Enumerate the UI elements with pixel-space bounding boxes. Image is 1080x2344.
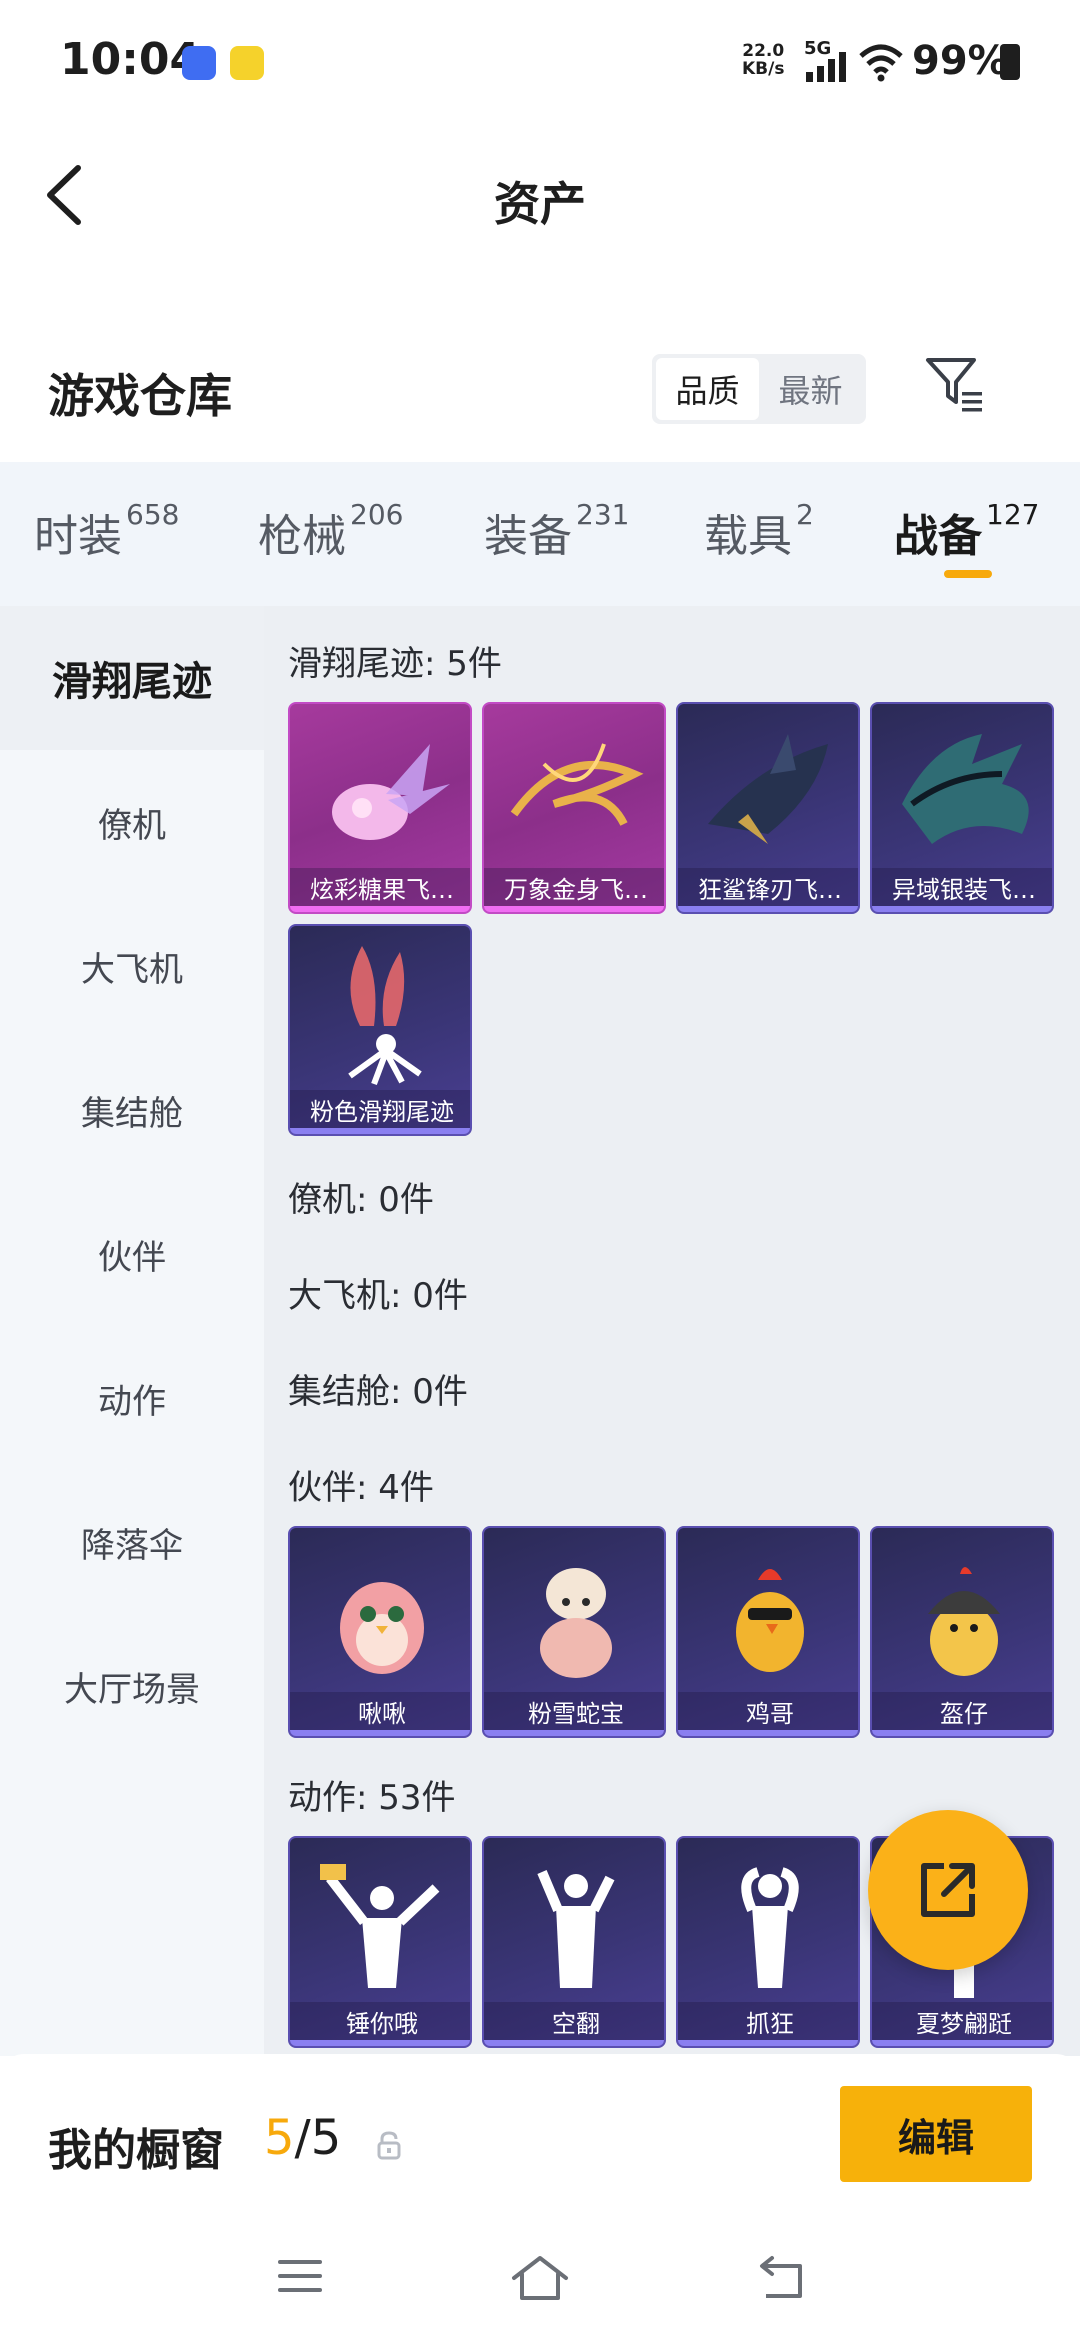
battery-icon bbox=[1000, 44, 1020, 80]
active-tab-indicator bbox=[944, 570, 992, 578]
item-card[interactable]: 粉色滑翔尾迹 bbox=[288, 924, 472, 1136]
group-title-big-plane: 大飞机: 0件 bbox=[288, 1276, 468, 1316]
net-speed-value: 22.0 bbox=[742, 41, 785, 61]
golden-trail-icon bbox=[510, 743, 644, 826]
item-name: 抓狂 bbox=[678, 2002, 858, 2040]
item-name: 夏梦翩跹 bbox=[872, 2002, 1052, 2040]
tab-count: 231 bbox=[576, 498, 630, 531]
item-name: 盔仔 bbox=[872, 1692, 1052, 1730]
side-item-action[interactable]: 动作 bbox=[0, 1326, 264, 1470]
lock-icon bbox=[377, 2131, 401, 2160]
tab-label: 战备 bbox=[894, 511, 982, 562]
signal-icon bbox=[806, 52, 846, 82]
tab-vehicles[interactable]: 载具 2 bbox=[704, 498, 814, 564]
item-name: 粉色滑翔尾迹 bbox=[290, 1090, 470, 1128]
category-tabs: 时装 658 枪械 206 装备 231 载具 2 战备 127 bbox=[0, 462, 1080, 606]
return-icon[interactable] bbox=[754, 2254, 808, 2302]
showcase-total: /5 bbox=[294, 2110, 342, 2166]
item-name: 啾啾 bbox=[290, 1692, 470, 1730]
showcase-label: 我的橱窗 bbox=[48, 2125, 224, 2176]
tab-fashion[interactable]: 时装 658 bbox=[34, 498, 180, 564]
tab-count: 658 bbox=[126, 498, 180, 531]
item-card[interactable]: 盔仔 bbox=[870, 1526, 1054, 1738]
tab-equipment[interactable]: 装备 231 bbox=[484, 498, 630, 564]
item-card[interactable]: 万象金身飞… bbox=[482, 702, 666, 914]
item-card[interactable]: 炫彩糖果飞… bbox=[288, 702, 472, 914]
showcase-count: 5/5 bbox=[264, 2110, 341, 2166]
edit-button[interactable]: 编辑 bbox=[840, 2086, 1032, 2182]
status-bar: 10:04 22.0 KB/s 5G 99% bbox=[0, 0, 1080, 120]
group-title-trail: 滑翔尾迹: 5件 bbox=[288, 644, 502, 684]
side-item-partner[interactable]: 伙伴 bbox=[0, 1182, 264, 1326]
item-name: 鸡哥 bbox=[678, 1692, 858, 1730]
snake-partner-icon bbox=[540, 1568, 612, 1678]
item-name: 狂鲨锋刃飞… bbox=[678, 868, 858, 906]
net-speed: 22.0 KB/s bbox=[742, 42, 784, 78]
shark-trail-icon bbox=[708, 734, 828, 844]
item-name: 炫彩糖果飞… bbox=[290, 868, 470, 906]
item-card[interactable]: 锤你哦 bbox=[288, 1836, 472, 2048]
frenzy-emote-icon bbox=[741, 1867, 799, 1988]
side-item-parachute[interactable]: 降落伞 bbox=[0, 1470, 264, 1614]
candy-trail-icon bbox=[332, 744, 450, 840]
sort-quality[interactable]: 品质 bbox=[656, 358, 759, 420]
filter-icon[interactable] bbox=[924, 356, 986, 414]
tab-label: 载具 bbox=[704, 511, 792, 562]
rooster-partner-icon bbox=[736, 1569, 804, 1672]
item-card[interactable]: 狂鲨锋刃飞… bbox=[676, 702, 860, 914]
net-speed-unit: KB/s bbox=[742, 59, 785, 79]
tab-guns[interactable]: 枪械 206 bbox=[258, 498, 404, 564]
tab-label: 时装 bbox=[34, 511, 122, 562]
warehouse-title: 游戏仓库 bbox=[48, 369, 232, 423]
status-time: 10:04 bbox=[60, 34, 201, 85]
tab-label: 装备 bbox=[484, 511, 572, 562]
group-title-wingman: 僚机: 0件 bbox=[288, 1180, 434, 1220]
item-name: 万象金身飞… bbox=[484, 868, 664, 906]
sort-newest[interactable]: 最新 bbox=[759, 358, 862, 420]
system-nav-bar bbox=[0, 2214, 1080, 2344]
item-card[interactable]: 抓狂 bbox=[676, 1836, 860, 2048]
item-name: 异域银装飞… bbox=[872, 868, 1052, 906]
tab-count: 2 bbox=[796, 498, 814, 531]
pink-smoke-trail-icon bbox=[348, 946, 422, 1086]
side-nav: 滑翔尾迹 僚机 大飞机 集结舱 伙伴 动作 降落伞 大厅场景 bbox=[0, 606, 264, 2056]
vivo-app-icon bbox=[182, 46, 216, 80]
side-item-glide-trail[interactable]: 滑翔尾迹 bbox=[0, 606, 264, 750]
tab-count: 127 bbox=[986, 498, 1040, 531]
item-card[interactable]: 异域银装飞… bbox=[870, 702, 1054, 914]
item-card[interactable]: 鸡哥 bbox=[676, 1526, 860, 1738]
share-button[interactable] bbox=[868, 1810, 1028, 1970]
item-name: 粉雪蛇宝 bbox=[484, 1692, 664, 1730]
tab-count: 206 bbox=[350, 498, 404, 531]
home-icon[interactable] bbox=[510, 2254, 570, 2304]
hammer-emote-icon bbox=[320, 1864, 440, 1988]
showcase-current: 5 bbox=[264, 2110, 295, 2166]
battery-percent: 99% bbox=[912, 38, 1008, 84]
side-item-lobby-scene[interactable]: 大厅场景 bbox=[0, 1614, 264, 1758]
tab-combat-prep[interactable]: 战备 127 bbox=[894, 498, 1040, 564]
item-card[interactable]: 粉雪蛇宝 bbox=[482, 1526, 666, 1738]
showcase-bar: 我的橱窗 5/5 编辑 bbox=[0, 2054, 1080, 2214]
side-item-wingman[interactable]: 僚机 bbox=[0, 750, 264, 894]
wifi-icon bbox=[859, 44, 903, 82]
group-title-partner: 伙伴: 4件 bbox=[288, 1468, 434, 1508]
side-item-big-plane[interactable]: 大飞机 bbox=[0, 894, 264, 1038]
side-item-pod[interactable]: 集结舱 bbox=[0, 1038, 264, 1182]
item-name: 锤你哦 bbox=[290, 2002, 470, 2040]
group-title-pod: 集结舱: 0件 bbox=[288, 1372, 468, 1412]
item-card[interactable]: 啾啾 bbox=[288, 1526, 472, 1738]
menu-icon[interactable] bbox=[276, 2254, 324, 2298]
item-name: 空翻 bbox=[484, 2002, 664, 2040]
silver-trail-icon bbox=[902, 734, 1029, 844]
flip-emote-icon bbox=[537, 1870, 615, 1988]
item-card[interactable]: 空翻 bbox=[482, 1836, 666, 2048]
group-title-action: 动作: 53件 bbox=[288, 1778, 456, 1818]
sort-toggle[interactable]: 品质 最新 bbox=[652, 354, 866, 424]
page-title: 资产 bbox=[494, 177, 586, 231]
bird-partner-icon bbox=[340, 1582, 424, 1674]
helmet-chick-partner-icon bbox=[928, 1567, 1000, 1676]
notification-app-icon bbox=[230, 46, 264, 80]
share-icon bbox=[921, 1863, 975, 1917]
tab-label: 枪械 bbox=[258, 511, 346, 562]
